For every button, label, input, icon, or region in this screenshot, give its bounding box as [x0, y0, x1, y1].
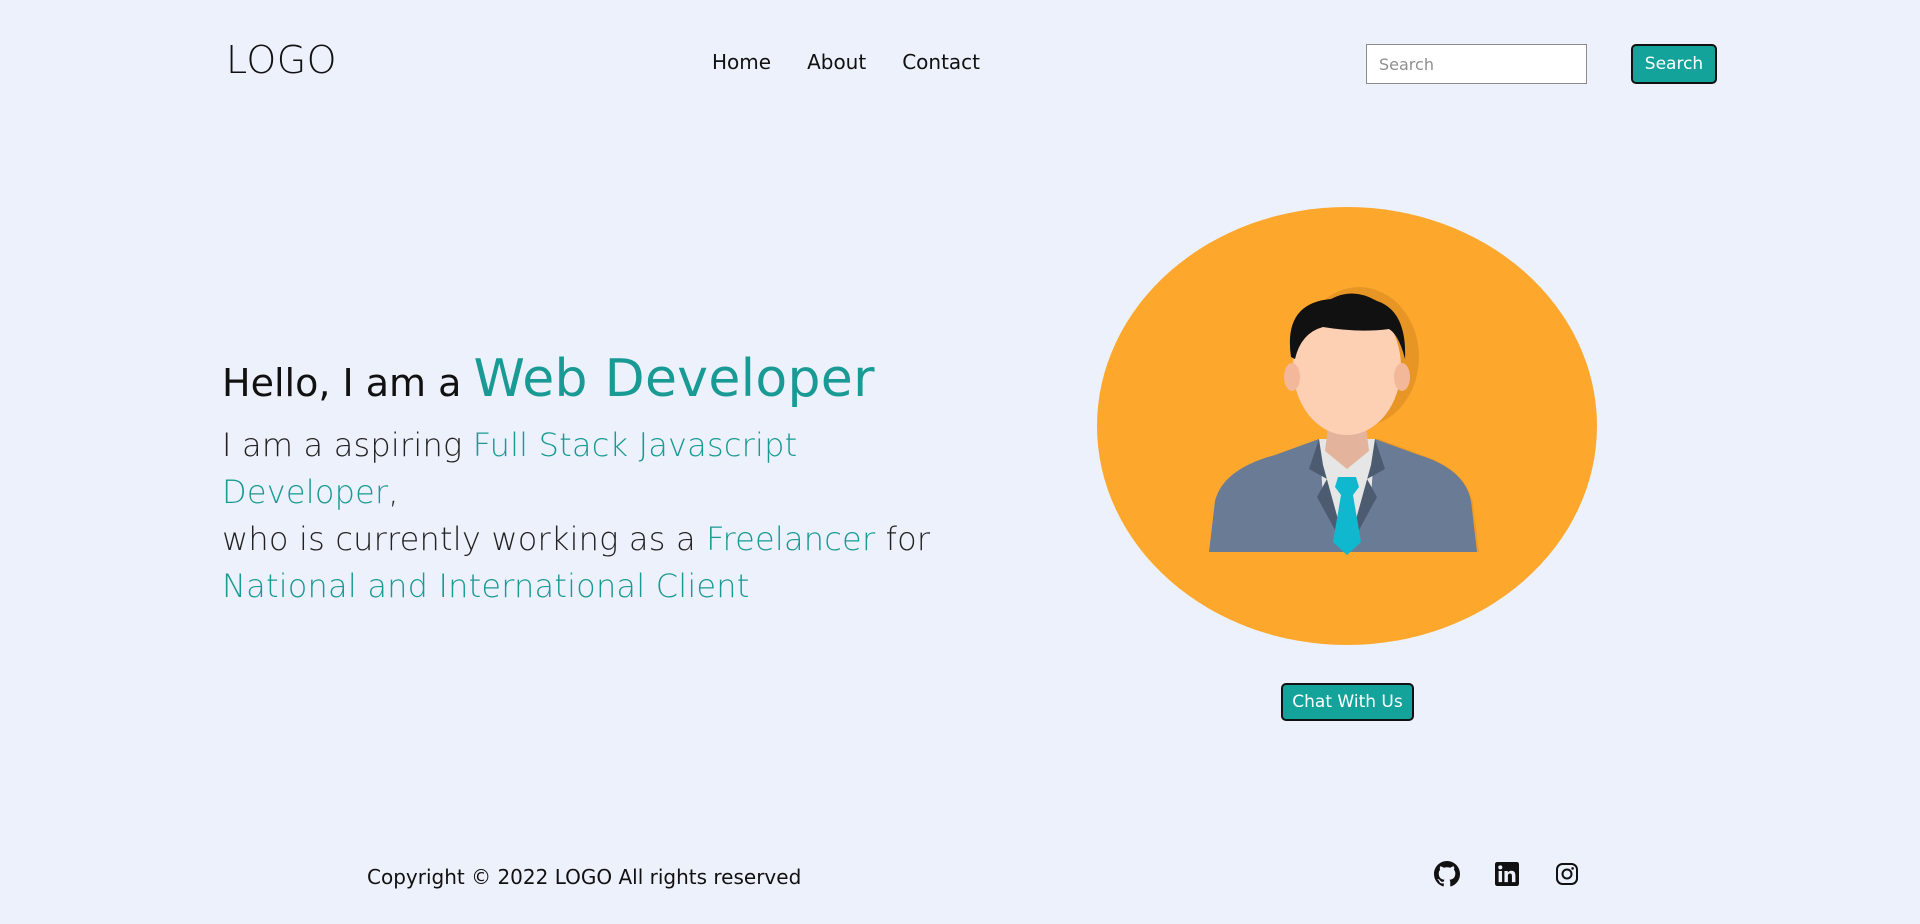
nav-contact-link[interactable]: Contact — [902, 50, 980, 74]
hero-line2-end: for — [885, 520, 931, 558]
businessman-avatar-icon — [1097, 207, 1597, 645]
logo[interactable]: LOGO — [226, 38, 337, 82]
instagram-icon[interactable] — [1554, 861, 1580, 887]
hero-line1-plain: I am a aspiring — [222, 426, 463, 464]
social-links — [1434, 861, 1580, 887]
hero-description: I am a aspiring Full Stack Javascript De… — [222, 422, 982, 610]
hero-line2-accent: Freelancer — [706, 520, 876, 558]
hero-role: Web Developer — [473, 349, 875, 409]
nav-about-link[interactable]: About — [807, 50, 866, 74]
hero-section: Hello, I am a Web Developer I am a aspir… — [222, 352, 982, 610]
github-icon[interactable] — [1434, 861, 1460, 887]
hero-heading: Hello, I am a Web Developer — [222, 352, 982, 410]
chat-with-us-button[interactable]: Chat With Us — [1281, 683, 1414, 721]
main-nav: Home About Contact — [712, 50, 980, 74]
hero-line3-accent: National and International Client — [222, 567, 750, 605]
search-button[interactable]: Search — [1631, 44, 1717, 84]
nav-home-link[interactable]: Home — [712, 50, 771, 74]
hero-greeting: Hello, I am a — [222, 361, 462, 405]
linkedin-icon[interactable] — [1494, 861, 1520, 887]
hero-line2-plain: who is currently working as a — [222, 520, 696, 558]
hero-line1-end: , — [388, 473, 399, 511]
search-input[interactable] — [1366, 44, 1587, 84]
page: LOGO Home About Contact Search Hello, I … — [0, 0, 1920, 924]
copyright-text: Copyright © 2022 LOGO All rights reserve… — [367, 865, 802, 889]
